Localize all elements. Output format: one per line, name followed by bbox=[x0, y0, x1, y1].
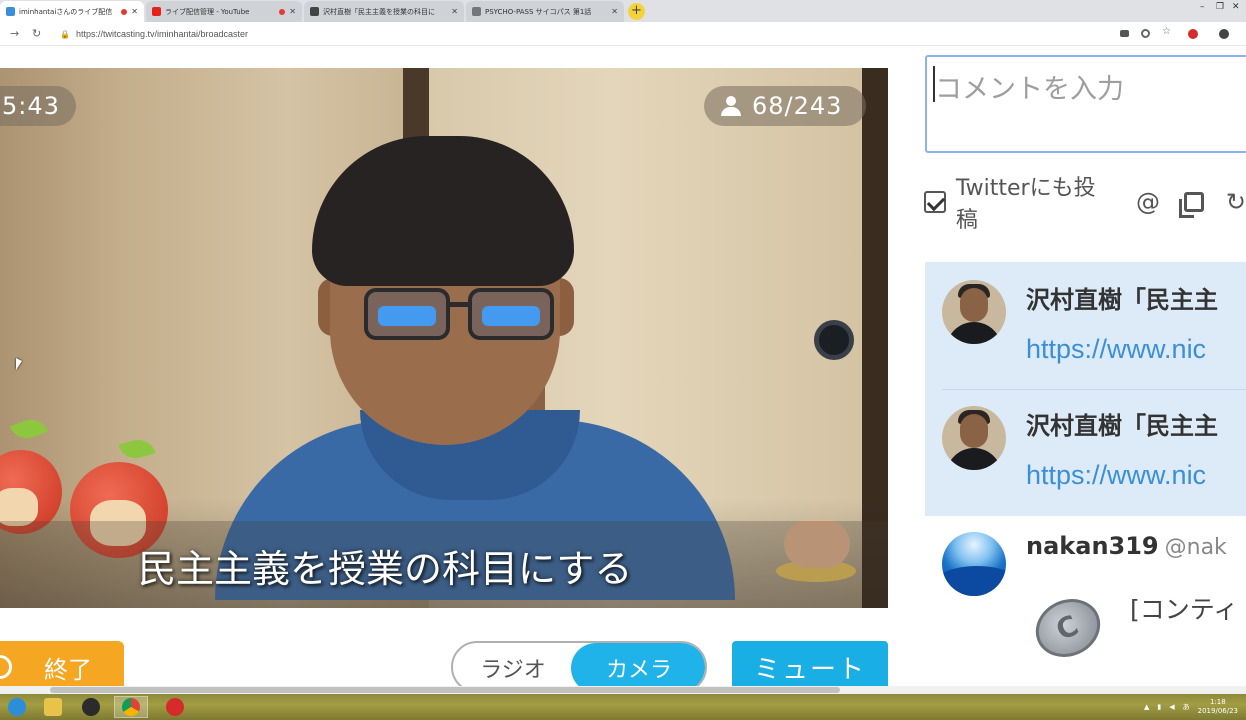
comment-text: [コンティ bbox=[1130, 595, 1239, 624]
tab-close-icon[interactable]: ✕ bbox=[289, 7, 296, 16]
comment-author[interactable]: nakan319 @nak bbox=[1026, 532, 1227, 560]
hair bbox=[312, 136, 574, 286]
tab-youtube[interactable]: ライブ配信管理 - YouTube ✕ bbox=[146, 1, 302, 22]
tab-close-icon[interactable]: ✕ bbox=[451, 7, 458, 16]
elapsed-time: 5:43 bbox=[2, 92, 60, 120]
recording-indicator-icon bbox=[121, 8, 128, 15]
avatar[interactable] bbox=[942, 406, 1006, 470]
comment-link[interactable]: https://www.nic bbox=[1026, 460, 1206, 491]
comment-list: 沢村直樹「民主主 https://www.nic 沢村直樹「民主主 https:… bbox=[925, 262, 1246, 720]
lock-icon: 🔒 bbox=[60, 29, 70, 39]
tray-arrow-icon[interactable]: ▲ bbox=[1144, 703, 1149, 711]
twitter-post-row: Twitterにも投稿 @ ↻ bbox=[924, 176, 1246, 233]
mention-icon[interactable]: @ bbox=[1136, 188, 1160, 216]
profile-avatar-icon[interactable] bbox=[1219, 29, 1229, 39]
page-favicon-icon bbox=[472, 7, 481, 16]
minimize-icon[interactable]: – bbox=[1200, 2, 1205, 12]
zoom-icon[interactable] bbox=[1141, 29, 1150, 38]
twitcasting-favicon-icon bbox=[6, 7, 15, 16]
telop-caption: 民主主義を授業の科目にする bbox=[138, 547, 633, 591]
text-caret bbox=[933, 66, 935, 102]
glasses-lens-right bbox=[468, 288, 554, 340]
comment-input[interactable]: コメントを入力 bbox=[925, 55, 1246, 153]
volume-icon[interactable]: ◀ bbox=[1169, 703, 1174, 711]
comment-author[interactable]: 沢村直樹「民主主 bbox=[1026, 280, 1218, 315]
tab-close-icon[interactable]: ✕ bbox=[611, 7, 618, 16]
browser-tab-strip: iminhantaiさんのライブ配信 ✕ ライブ配信管理 - YouTube ✕… bbox=[0, 0, 1246, 22]
comment-item[interactable]: 沢村直樹「民主主 https://www.nic bbox=[925, 262, 1246, 390]
tab-news[interactable]: 沢村直樹「民主主義を授業の科目に ✕ bbox=[304, 1, 464, 22]
viewer-count: 68/243 bbox=[752, 92, 843, 120]
tab-title: PSYCHO-PASS サイコパス 第1話 bbox=[485, 7, 592, 16]
page-horizontal-scrollbar[interactable] bbox=[0, 686, 1246, 694]
tab-twitcasting[interactable]: iminhantaiさんのライブ配信 ✕ bbox=[0, 1, 144, 22]
screen: iminhantaiさんのライブ配信 ✕ ライブ配信管理 - YouTube ✕… bbox=[0, 0, 1246, 720]
glasses-bridge bbox=[448, 302, 470, 307]
chrome-icon[interactable] bbox=[114, 696, 148, 718]
clock-time: 1:18 bbox=[1209, 698, 1226, 706]
reload-icon[interactable]: ↻ bbox=[32, 27, 41, 40]
viewer-count-badge: 68/243 bbox=[704, 86, 866, 126]
recording-indicator-icon bbox=[279, 8, 286, 15]
comment-item[interactable]: 沢村直樹「民主主 https://www.nic bbox=[925, 390, 1246, 516]
tab-close-icon[interactable]: ✕ bbox=[131, 7, 138, 16]
forward-icon[interactable]: → bbox=[10, 27, 19, 40]
glasses-lens-left bbox=[364, 288, 450, 340]
comment-link[interactable]: https://www.nic bbox=[1026, 334, 1206, 365]
tab-title: ライブ配信管理 - YouTube bbox=[165, 7, 250, 16]
tab-title: iminhantaiさんのライブ配信 bbox=[19, 7, 113, 16]
apple-leaf bbox=[118, 435, 156, 463]
network-icon[interactable]: ▮ bbox=[1157, 703, 1161, 711]
url-text: https://twitcasting.tv/iminhantai/broadc… bbox=[75, 29, 249, 39]
twitter-post-label: Twitterにも投稿 bbox=[955, 176, 1096, 233]
scrollbar-thumb[interactable] bbox=[50, 687, 840, 693]
comment-handle: @nak bbox=[1164, 535, 1227, 560]
comment-author-name: nakan319 bbox=[1026, 532, 1159, 560]
app-icon[interactable] bbox=[158, 696, 192, 718]
youtube-favicon-icon bbox=[152, 7, 161, 16]
person-icon bbox=[720, 96, 742, 116]
twitter-post-checkbox[interactable] bbox=[924, 191, 946, 213]
mouse-cursor-icon bbox=[16, 358, 22, 370]
tab-title: 沢村直樹「民主主義を授業の科目に bbox=[323, 7, 435, 16]
comment-placeholder: コメントを入力 bbox=[935, 74, 1124, 105]
tab-anime[interactable]: PSYCHO-PASS サイコパス 第1話 ✕ bbox=[466, 1, 624, 22]
clock-date: 2019/06/23 bbox=[1197, 707, 1238, 715]
apple-leaf bbox=[9, 414, 49, 444]
omnibox[interactable]: 🔒 https://twitcasting.tv/iminhantai/broa… bbox=[54, 25, 1109, 43]
refresh-icon[interactable]: ↻ bbox=[1226, 188, 1246, 216]
file-explorer-icon[interactable] bbox=[36, 696, 70, 718]
avatar[interactable] bbox=[942, 280, 1006, 344]
clock[interactable]: 1:18 2019/06/23 bbox=[1198, 698, 1238, 716]
ime-icon[interactable]: あ bbox=[1183, 702, 1190, 712]
avatar[interactable] bbox=[942, 532, 1006, 596]
extension-icon[interactable] bbox=[1188, 29, 1198, 39]
copy-icon[interactable] bbox=[1179, 192, 1204, 218]
ie-icon[interactable] bbox=[0, 696, 34, 718]
new-tab-button[interactable]: + bbox=[628, 3, 645, 20]
obs-icon[interactable] bbox=[74, 696, 108, 718]
system-tray: ▲ ▮ ◀ あ 1:18 2019/06/23 bbox=[1144, 696, 1238, 718]
end-label: 終了 bbox=[44, 655, 92, 684]
page-favicon-icon bbox=[310, 7, 319, 16]
cast-icon[interactable] bbox=[1120, 30, 1129, 37]
comment-author[interactable]: 沢村直樹「民主主 bbox=[1026, 406, 1218, 441]
stop-icon bbox=[0, 655, 12, 679]
elapsed-time-badge: 5:43 bbox=[0, 86, 76, 126]
star-icon[interactable]: ☆ bbox=[1162, 26, 1171, 37]
windows-taskbar: ▲ ▮ ◀ あ 1:18 2019/06/23 bbox=[0, 694, 1246, 720]
restore-icon[interactable]: ❐ bbox=[1216, 2, 1224, 12]
address-bar-row: → ↻ 🔒 https://twitcasting.tv/iminhantai/… bbox=[0, 22, 1246, 46]
close-window-icon[interactable]: ✕ bbox=[1232, 2, 1240, 12]
